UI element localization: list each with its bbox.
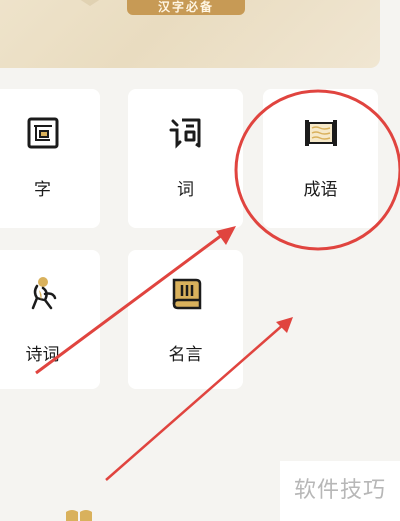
annotation-arrow-head (216, 226, 236, 245)
banner-button[interactable]: 汉字必备 (127, 0, 245, 15)
tile-ci[interactable]: 词 (128, 89, 243, 228)
tile-label: 诗词 (25, 345, 60, 365)
tile-label: 字 (34, 180, 51, 200)
tile-chengyu[interactable]: 成语 (263, 89, 378, 228)
tile-label: 名言 (168, 345, 203, 365)
book-scroll-icon (172, 278, 201, 310)
word-glyph-icon (169, 118, 200, 149)
scroll-icon (304, 120, 337, 146)
banner-decoration (50, 0, 130, 6)
watermark-text: 软件技巧 (280, 461, 400, 521)
poet-figure-icon (31, 277, 56, 310)
tile-mingyan[interactable]: 名言 (128, 250, 243, 389)
book-icon[interactable] (64, 508, 94, 521)
tile-label: 成语 (303, 180, 338, 200)
top-banner[interactable]: 汉字必备 (0, 0, 380, 68)
tile-label: 词 (177, 180, 194, 200)
character-box-icon (27, 117, 58, 149)
tile-shici[interactable]: 诗词 (0, 250, 100, 389)
tile-zi[interactable]: 字 (0, 89, 100, 228)
annotation-arrow-head (276, 317, 293, 333)
